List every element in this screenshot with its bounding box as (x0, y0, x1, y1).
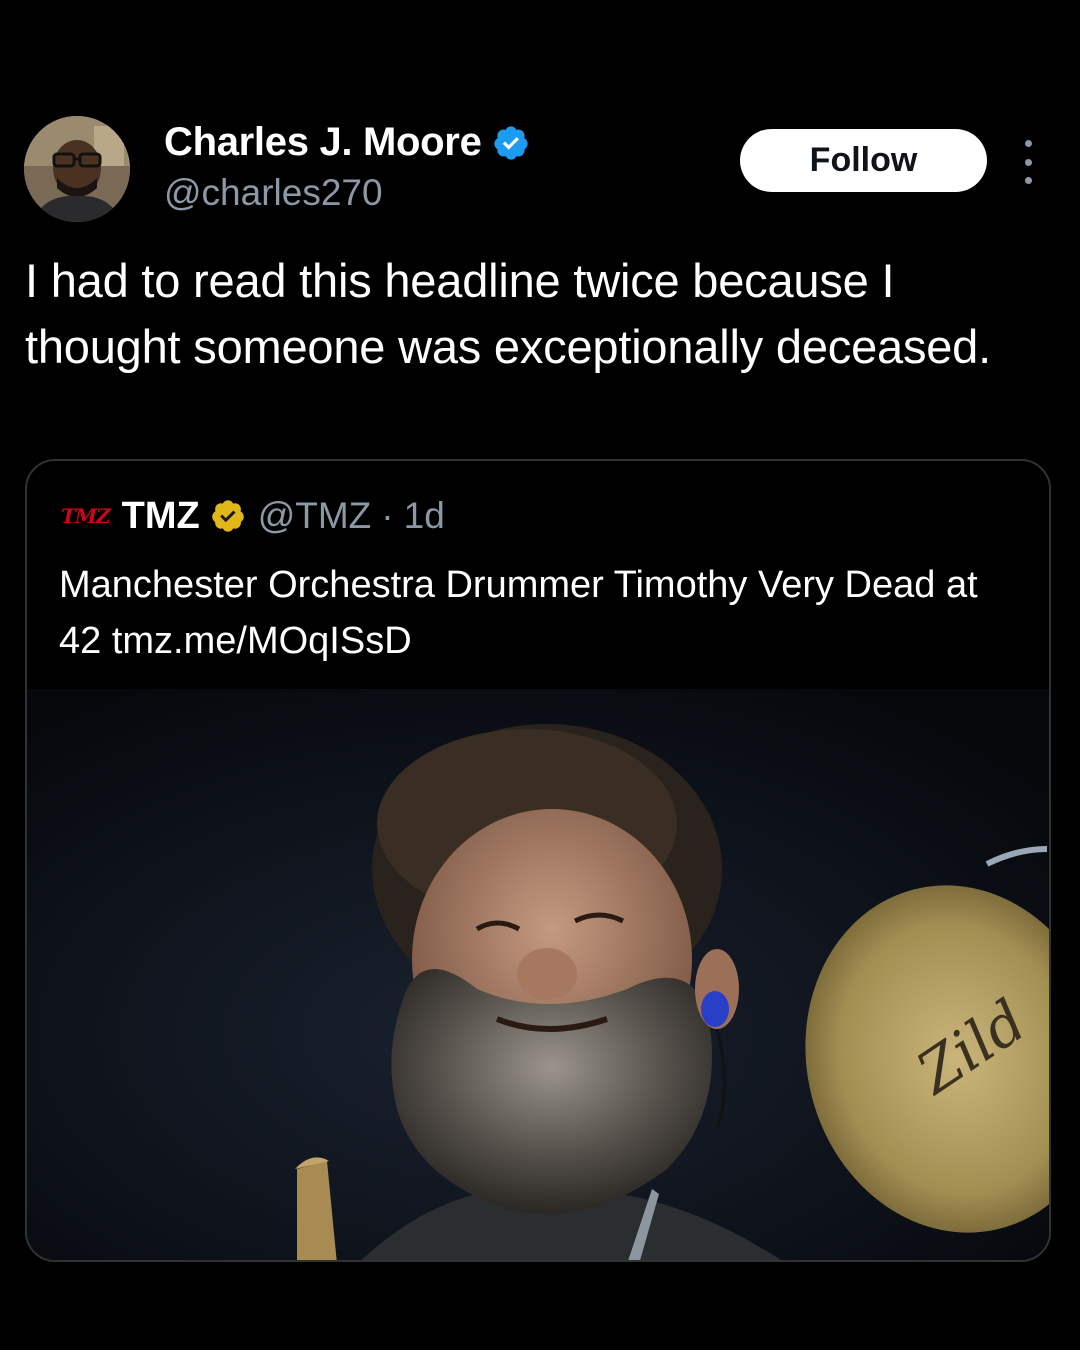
tmz-logo-avatar: TMZ (61, 504, 111, 528)
quoted-handle[interactable]: @TMZ (258, 495, 372, 537)
follow-button[interactable]: Follow (740, 129, 987, 192)
tweet-text: I had to read this headline twice becaus… (25, 254, 991, 373)
author-handle[interactable]: @charles270 (164, 172, 383, 214)
more-vertical-icon[interactable] (1014, 140, 1042, 184)
quoted-tweet-text: Manchester Orchestra Drummer Timothy Ver… (59, 564, 978, 662)
separator-dot: · (381, 495, 394, 536)
verified-badge-icon (493, 125, 528, 160)
author-avatar[interactable] (24, 116, 130, 222)
author-name-text: Charles J. Moore (164, 120, 482, 164)
gold-verified-badge-icon (211, 500, 244, 532)
quoted-tweet-header: TMZ TMZ @TMZ · 1d (61, 491, 445, 541)
quoted-tweet-card[interactable]: TMZ TMZ @TMZ · 1d Manchester Orchestra D… (25, 459, 1051, 1262)
quoted-tweet-photo[interactable]: Zild (27, 689, 1049, 1260)
quoted-timestamp[interactable]: 1d (404, 495, 445, 537)
quoted-display-name[interactable]: TMZ (122, 495, 200, 538)
author-display-name[interactable]: Charles J. Moore (164, 120, 530, 165)
